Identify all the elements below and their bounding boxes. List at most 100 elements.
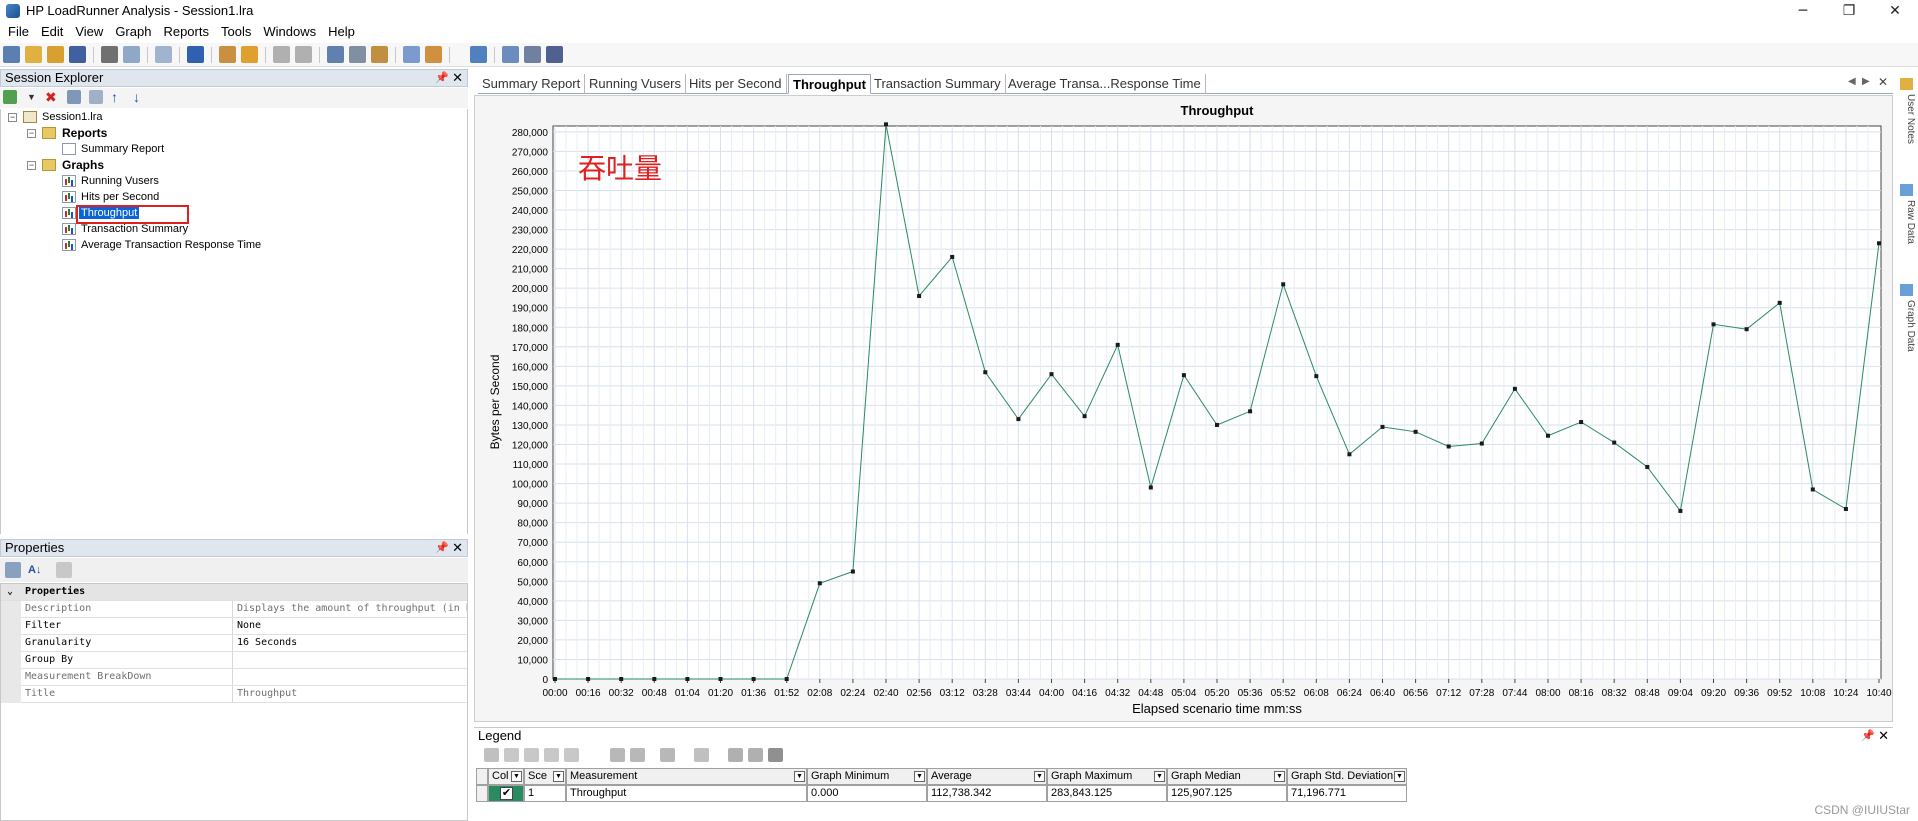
legend-configure-icon[interactable] (484, 748, 499, 762)
property-row[interactable]: Group By (1, 652, 467, 669)
restore-button[interactable]: ❐ (1826, 0, 1872, 22)
categorized-icon[interactable] (5, 562, 21, 578)
legend-down-icon[interactable] (630, 748, 645, 762)
side-tab-graph-data[interactable]: Graph Data (1899, 300, 1916, 352)
undo-icon[interactable] (273, 46, 290, 63)
new-session-icon[interactable] (3, 46, 20, 63)
data-point[interactable] (1115, 342, 1120, 347)
data-point[interactable] (685, 677, 690, 681)
sort-alphabetical-icon[interactable]: A↓ (28, 562, 44, 578)
data-point[interactable] (1248, 409, 1253, 414)
property-row[interactable]: Title Throughput (1, 686, 467, 703)
menu-help[interactable]: Help (324, 22, 359, 42)
legend-color-swatch[interactable]: ✔ (488, 785, 524, 802)
data-point[interactable] (1612, 440, 1617, 445)
legend-header-median[interactable]: Graph Median ▼ (1167, 768, 1287, 785)
data-point[interactable] (784, 677, 789, 681)
data-point[interactable] (1446, 444, 1451, 449)
add-icon[interactable] (3, 90, 17, 104)
move-down-icon[interactable]: ↓ (133, 90, 147, 104)
cross-result-icon[interactable] (371, 46, 388, 63)
data-point[interactable] (1579, 420, 1584, 425)
legend-print-icon[interactable] (768, 748, 783, 762)
data-point[interactable] (1413, 429, 1418, 434)
print-icon[interactable] (101, 46, 118, 63)
property-row[interactable]: Measurement BreakDown (1, 669, 467, 686)
legend-show-icon[interactable] (504, 748, 519, 762)
data-point[interactable] (1347, 452, 1352, 457)
tab-scroll-right-icon[interactable]: ▶ (1862, 76, 1870, 87)
tree-item-running-vusers[interactable]: Running Vusers (81, 174, 159, 189)
tab-transaction-summary[interactable]: Transaction Summary (870, 74, 1006, 94)
side-tab-user-notes[interactable]: User Notes (1899, 94, 1916, 144)
data-point[interactable] (619, 677, 624, 681)
filter-icon[interactable] (187, 46, 204, 63)
generate-icon[interactable] (47, 46, 64, 63)
data-point[interactable] (1148, 485, 1153, 490)
data-point[interactable] (1678, 508, 1683, 513)
legend-export-icon[interactable] (728, 748, 743, 762)
close-panel-icon[interactable]: ✕ (452, 70, 463, 86)
menu-tools[interactable]: Tools (217, 22, 255, 42)
data-point[interactable] (652, 677, 657, 681)
legend-copy-icon[interactable] (748, 748, 763, 762)
data-point[interactable] (950, 254, 955, 259)
settings-icon[interactable] (241, 46, 258, 63)
data-point[interactable] (1843, 506, 1848, 511)
data-point[interactable] (586, 677, 591, 681)
data-point[interactable] (1512, 386, 1517, 391)
pin-icon[interactable]: 📌 (1861, 728, 1875, 744)
menu-file[interactable]: File (4, 22, 33, 42)
tree-item-summary-report[interactable]: Summary Report (81, 142, 164, 157)
menu-graph[interactable]: Graph (111, 22, 155, 42)
open-session-icon[interactable] (25, 46, 42, 63)
data-point[interactable] (1546, 433, 1550, 438)
data-point[interactable] (1645, 464, 1650, 469)
close-panel-icon[interactable]: ✕ (452, 540, 463, 556)
data-point[interactable] (1314, 374, 1319, 379)
tree-graphs-folder[interactable]: Graphs (62, 158, 104, 173)
tab-running-vusers[interactable]: Running Vusers (585, 74, 687, 94)
legend-visible-checkbox[interactable]: ✔ (500, 787, 513, 800)
tree-item-hits-per-second[interactable]: Hits per Second (81, 190, 159, 205)
tree-reports-folder[interactable]: Reports (62, 126, 107, 141)
pin-icon[interactable]: 📌 (435, 540, 449, 556)
data-point[interactable] (884, 122, 888, 127)
report-icon[interactable] (425, 46, 442, 63)
tab-scroll-left-icon[interactable]: ◀ (1848, 76, 1856, 87)
property-row[interactable]: Description Displays the amount of throug… (1, 601, 467, 618)
collapse-session-icon[interactable]: − (8, 113, 17, 122)
dropdown-arrow-icon[interactable]: ▼ (27, 90, 37, 104)
legend-header-col[interactable]: Col ▼ (488, 768, 524, 785)
legend-header-sce[interactable]: Sce ▼ (524, 768, 566, 785)
add-graph-icon[interactable] (219, 46, 236, 63)
legend-sort-icon[interactable] (660, 748, 675, 762)
print-preview-icon[interactable] (123, 46, 140, 63)
legend-columns-icon[interactable] (694, 748, 709, 762)
html-report-icon[interactable] (470, 46, 487, 63)
minimize-button[interactable]: ─ (1780, 0, 1826, 22)
delete-icon[interactable]: ✖ (45, 90, 59, 104)
pin-icon[interactable]: 📌 (435, 70, 449, 86)
property-row[interactable]: Filter None (1, 618, 467, 635)
duplicate-icon[interactable] (89, 90, 103, 104)
tree-item-average-transaction-response-time[interactable]: Average Transaction Response Time (81, 238, 261, 253)
collapse-graphs-icon[interactable]: − (27, 161, 36, 170)
data-point[interactable] (1181, 373, 1186, 378)
move-up-icon[interactable]: ↑ (111, 90, 125, 104)
legend-header-min[interactable]: Graph Minimum ▼ (807, 768, 927, 785)
tab-hits-per-second[interactable]: Hits per Second (685, 74, 787, 94)
legend-filter-icon[interactable] (564, 748, 579, 762)
data-point[interactable] (553, 677, 557, 681)
data-point[interactable] (1215, 422, 1219, 427)
analyze-icon[interactable] (524, 46, 541, 63)
data-point[interactable] (1877, 241, 1881, 246)
data-point[interactable] (718, 677, 723, 681)
data-point[interactable] (1777, 300, 1782, 305)
sla-icon[interactable] (502, 46, 519, 63)
tab-summary-report[interactable]: Summary Report (478, 74, 586, 94)
data-point[interactable] (1711, 322, 1716, 327)
merge-icon[interactable] (327, 46, 344, 63)
legend-hide-icon[interactable] (524, 748, 539, 762)
legend-header-max[interactable]: Graph Maximum ▼ (1047, 768, 1167, 785)
